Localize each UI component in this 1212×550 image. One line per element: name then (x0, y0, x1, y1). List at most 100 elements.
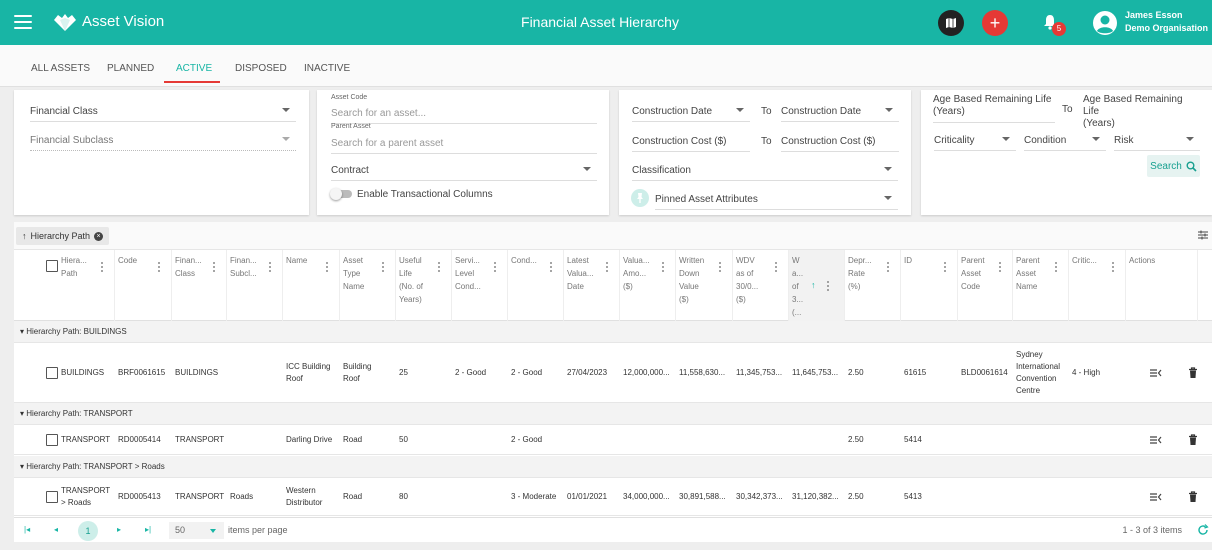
close-icon[interactable]: × (94, 231, 104, 241)
financial-class-select[interactable]: Financial Class (30, 106, 296, 122)
condition-select[interactable]: Condition (1024, 135, 1106, 151)
column-header[interactable]: Depr... Rate (%) (845, 250, 901, 321)
grouping-bar: ↑ Hierarchy Path × (14, 222, 1212, 250)
row-details-icon[interactable] (1150, 367, 1162, 379)
column-header[interactable]: Finan... Subcl... (227, 250, 283, 321)
group-row[interactable]: ▾ Hierarchy Path: BUILDINGS (14, 321, 1212, 343)
classification-select[interactable]: Classification (632, 165, 898, 181)
column-menu-icon[interactable] (1055, 262, 1058, 273)
column-menu-icon[interactable] (382, 262, 385, 273)
column-header[interactable]: Hiera... Path (58, 250, 115, 321)
column-header[interactable]: ID (901, 250, 958, 321)
first-page-icon[interactable]: |◂ (24, 525, 30, 534)
delete-trash-icon[interactable] (1187, 367, 1199, 379)
user-name: James Esson (1125, 10, 1183, 20)
column-header[interactable]: Valua... Amo... ($) (620, 250, 676, 321)
search-button[interactable]: Search (1147, 155, 1200, 177)
grid-header: Hiera... Path Code Finan... Class Finan... Sub… (14, 250, 1212, 321)
parent-asset-input[interactable]: Search for a parent asset (331, 138, 597, 154)
column-menu-icon[interactable] (326, 262, 329, 273)
page-button-current[interactable]: 1 (78, 521, 98, 541)
column-header[interactable]: Name (283, 250, 340, 321)
column-header[interactable]: Code (115, 250, 172, 321)
financial-subclass-select[interactable]: Financial Subclass (30, 135, 296, 151)
column-menu-icon[interactable] (101, 262, 104, 273)
risk-select[interactable]: Risk (1114, 135, 1200, 151)
row-details-icon[interactable] (1150, 491, 1162, 503)
previous-page-icon[interactable]: ◂ (54, 525, 58, 534)
tab-all-assets[interactable]: ALL ASSETS (31, 63, 90, 74)
column-menu-icon[interactable] (999, 262, 1002, 273)
group-row[interactable]: ▾ Hierarchy Path: TRANSPORT (14, 403, 1212, 425)
column-menu-icon[interactable] (158, 262, 161, 273)
column-menu-icon[interactable] (213, 262, 216, 273)
column-menu-icon[interactable] (550, 262, 553, 273)
column-header[interactable]: Critic... (1069, 250, 1126, 321)
column-menu-icon[interactable] (606, 262, 609, 273)
column-chooser-icon[interactable] (1198, 230, 1208, 240)
table-row[interactable]: BUILDINGS BRF0061615 BUILDINGS ICC Building… (14, 343, 1212, 403)
column-menu-icon[interactable] (494, 262, 497, 273)
column-header[interactable]: Actions (1126, 250, 1198, 321)
construction-date-from-select[interactable]: Construction Date (632, 106, 750, 122)
table-row[interactable]: TRANSPORT RD0005414 TRANSPORT Darling Drive… (14, 425, 1212, 455)
last-page-icon[interactable]: ▸| (145, 525, 151, 534)
column-header[interactable]: Cond... (508, 250, 564, 321)
column-menu-icon[interactable] (438, 262, 441, 273)
column-menu-icon[interactable] (719, 262, 722, 273)
user-avatar-icon[interactable] (1092, 10, 1118, 36)
select-all-checkbox[interactable] (46, 260, 58, 272)
tab-disposed[interactable]: DISPOSED (235, 63, 287, 74)
column-menu-icon[interactable] (887, 262, 890, 273)
delete-trash-icon[interactable] (1187, 434, 1199, 446)
column-menu-icon[interactable] (1112, 262, 1115, 273)
row-details-icon[interactable] (1150, 434, 1162, 446)
sort-ascending-icon[interactable]: ↑ (811, 279, 816, 292)
row-checkbox[interactable] (46, 491, 58, 503)
financial-subclass-label: Financial Subclass (30, 135, 114, 146)
column-header[interactable]: Parent Asset Name (1013, 250, 1069, 321)
asset-code-input[interactable]: Search for an asset... (331, 108, 597, 124)
cell-useful-life: 80 (399, 492, 408, 501)
column-header[interactable]: WDV as of 30/0... ($) (733, 250, 789, 321)
column-header[interactable]: Finan... Class (172, 250, 227, 321)
refresh-icon[interactable] (1197, 524, 1209, 536)
tab-planned[interactable]: PLANNED (107, 63, 154, 74)
cell-valuation-amount: 12,000,000... (623, 368, 670, 377)
pinned-attributes-select[interactable]: Pinned Asset Attributes (655, 194, 898, 210)
contract-select[interactable]: Contract (331, 165, 597, 181)
cell-wdv-as-of: 11,345,753... (736, 368, 783, 377)
group-row[interactable]: ▾ Hierarchy Path: TRANSPORT > Roads (14, 456, 1212, 478)
construction-cost-to-input[interactable]: Construction Cost ($) (781, 136, 899, 152)
column-menu-icon[interactable] (944, 262, 947, 273)
transactional-columns-toggle[interactable] (330, 188, 352, 200)
column-header[interactable]: Latest Valua... Date (564, 250, 620, 321)
column-header[interactable]: Useful Life (No. of Years) (396, 250, 452, 321)
next-page-icon[interactable]: ▸ (117, 525, 121, 534)
tab-active[interactable]: ACTIVE (176, 63, 212, 74)
add-button[interactable]: + (982, 10, 1008, 36)
construction-date-to-select[interactable]: Construction Date (781, 106, 899, 122)
map-button[interactable] (938, 10, 964, 36)
column-header-label: Cond... (455, 282, 481, 291)
column-menu-icon[interactable] (269, 262, 272, 273)
age-life-to-input[interactable]: Age Based Remaining Life (Years) (1083, 94, 1201, 134)
cell-wdv-sorted: 31,120,382... (792, 492, 839, 501)
tab-inactive[interactable]: INACTIVE (304, 63, 350, 74)
column-header[interactable]: Servi... Level Cond... (452, 250, 508, 321)
row-checkbox[interactable] (46, 434, 58, 446)
table-row[interactable]: TRANSPORT > Roads RD0005413 TRANSPORT Roads W… (14, 478, 1212, 516)
column-header[interactable]: Parent Asset Code (958, 250, 1013, 321)
construction-cost-from-input[interactable]: Construction Cost ($) (632, 136, 750, 152)
row-checkbox[interactable] (46, 367, 58, 379)
column-menu-icon[interactable] (662, 262, 665, 273)
delete-trash-icon[interactable] (1187, 491, 1199, 503)
column-header[interactable]: Written Down Value ($) (676, 250, 733, 321)
column-header[interactable]: Wa... of 3... (... ↑ (789, 250, 845, 321)
group-chip-hierarchy-path[interactable]: ↑ Hierarchy Path × (16, 227, 110, 245)
column-header[interactable]: Asset Type Name (340, 250, 396, 321)
age-life-from-input[interactable]: Age Based Remaining Life (Years) (933, 94, 1055, 123)
column-menu-icon[interactable] (827, 281, 830, 292)
criticality-select[interactable]: Criticality (934, 135, 1016, 151)
column-menu-icon[interactable] (775, 262, 778, 273)
